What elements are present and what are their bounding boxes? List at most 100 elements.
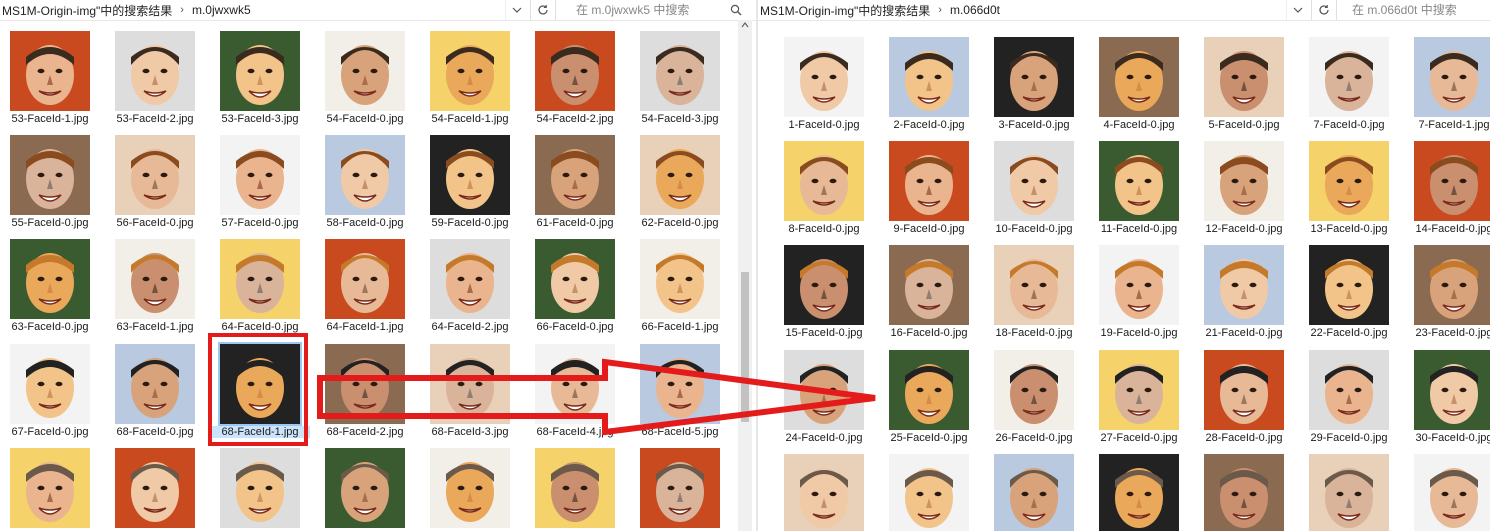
image-thumbnail[interactable] — [1099, 37, 1179, 117]
chevron-down-icon[interactable] — [505, 0, 528, 20]
file-item[interactable]: 55-FaceId-0.jpg — [0, 135, 100, 235]
file-item[interactable] — [984, 454, 1084, 531]
image-thumbnail[interactable] — [325, 135, 405, 215]
file-item[interactable]: 56-FaceId-0.jpg — [105, 135, 205, 235]
file-item[interactable]: 64-FaceId-0.jpg — [210, 239, 310, 339]
image-thumbnail[interactable] — [1414, 454, 1490, 531]
image-thumbnail[interactable] — [640, 344, 720, 424]
image-thumbnail[interactable] — [535, 448, 615, 528]
file-item[interactable]: 7-FaceId-1.jpg — [1404, 37, 1490, 137]
image-thumbnail[interactable] — [535, 31, 615, 111]
file-item[interactable]: 8-FaceId-0.jpg — [774, 141, 874, 241]
file-item[interactable]: 67-FaceId-0.jpg — [0, 344, 100, 444]
right-breadcrumb-folder[interactable]: m.066d0t — [950, 3, 1000, 17]
image-thumbnail[interactable] — [994, 350, 1074, 430]
image-thumbnail[interactable] — [889, 141, 969, 221]
file-item[interactable]: 54-FaceId-3.jpg — [630, 31, 730, 131]
right-breadcrumb-search-results[interactable]: MS1M-Origin-img"中的搜索结果 — [760, 2, 930, 19]
image-thumbnail[interactable] — [889, 37, 969, 117]
left-search-box[interactable] — [568, 0, 748, 20]
image-thumbnail[interactable] — [640, 239, 720, 319]
image-thumbnail[interactable] — [218, 342, 302, 426]
image-thumbnail[interactable] — [1099, 141, 1179, 221]
image-thumbnail[interactable] — [889, 245, 969, 325]
image-thumbnail[interactable] — [1414, 350, 1490, 430]
image-thumbnail[interactable] — [1204, 350, 1284, 430]
image-thumbnail[interactable] — [430, 31, 510, 111]
image-thumbnail[interactable] — [1204, 37, 1284, 117]
refresh-button[interactable] — [530, 0, 556, 20]
image-thumbnail[interactable] — [640, 135, 720, 215]
file-item[interactable]: 68-FaceId-4.jpg — [525, 344, 625, 444]
image-thumbnail[interactable] — [1309, 245, 1389, 325]
image-thumbnail[interactable] — [430, 135, 510, 215]
file-item[interactable]: 54-FaceId-0.jpg — [315, 31, 415, 131]
image-thumbnail[interactable] — [784, 454, 864, 531]
file-item[interactable]: 18-FaceId-0.jpg — [984, 245, 1084, 345]
image-thumbnail[interactable] — [994, 37, 1074, 117]
file-item[interactable] — [879, 454, 979, 531]
image-thumbnail[interactable] — [115, 31, 195, 111]
file-item[interactable]: 54-FaceId-1.jpg — [420, 31, 520, 131]
image-thumbnail[interactable] — [640, 448, 720, 528]
file-item[interactable]: 61-FaceId-0.jpg — [525, 135, 625, 235]
image-thumbnail[interactable] — [10, 448, 90, 528]
image-thumbnail[interactable] — [1204, 141, 1284, 221]
file-item[interactable]: 68-FaceId-5.jpg — [630, 344, 730, 444]
file-item[interactable]: 3-FaceId-0.jpg — [984, 37, 1084, 137]
image-thumbnail[interactable] — [1204, 454, 1284, 531]
image-thumbnail[interactable] — [994, 245, 1074, 325]
file-item[interactable]: 4-FaceId-0.jpg — [1089, 37, 1189, 137]
image-thumbnail[interactable] — [430, 239, 510, 319]
file-item[interactable]: 13-FaceId-0.jpg — [1299, 141, 1399, 241]
image-thumbnail[interactable] — [1414, 245, 1490, 325]
file-item[interactable]: 9-FaceId-0.jpg — [879, 141, 979, 241]
image-thumbnail[interactable] — [535, 135, 615, 215]
file-item[interactable]: 64-FaceId-1.jpg — [315, 239, 415, 339]
chevron-down-icon[interactable] — [1286, 0, 1309, 20]
image-thumbnail[interactable] — [220, 31, 300, 111]
refresh-button[interactable] — [1311, 0, 1337, 20]
image-thumbnail[interactable] — [994, 141, 1074, 221]
image-thumbnail[interactable] — [115, 239, 195, 319]
left-scrollbar-thumb[interactable] — [741, 272, 749, 422]
image-thumbnail[interactable] — [1309, 454, 1389, 531]
file-item[interactable]: 5-FaceId-0.jpg — [1194, 37, 1294, 137]
file-item[interactable]: 54-FaceId-2.jpg — [525, 31, 625, 131]
image-thumbnail[interactable] — [784, 245, 864, 325]
right-search-box[interactable] — [1344, 0, 1490, 20]
image-thumbnail[interactable] — [784, 37, 864, 117]
image-thumbnail[interactable] — [1204, 245, 1284, 325]
left-breadcrumb-folder[interactable]: m.0jwxwk5 — [192, 3, 251, 17]
image-thumbnail[interactable] — [325, 239, 405, 319]
file-item[interactable]: 53-FaceId-2.jpg — [105, 31, 205, 131]
file-item[interactable] — [315, 448, 415, 531]
file-item[interactable]: 62-FaceId-0.jpg — [630, 135, 730, 235]
image-thumbnail[interactable] — [640, 31, 720, 111]
file-item[interactable]: 27-FaceId-0.jpg — [1089, 350, 1189, 450]
file-item[interactable]: 29-FaceId-0.jpg — [1299, 350, 1399, 450]
image-thumbnail[interactable] — [1099, 454, 1179, 531]
file-item[interactable]: 22-FaceId-0.jpg — [1299, 245, 1399, 345]
image-thumbnail[interactable] — [994, 454, 1074, 531]
file-item[interactable]: 68-FaceId-1.jpg — [210, 342, 310, 444]
file-item[interactable]: 19-FaceId-0.jpg — [1089, 245, 1189, 345]
file-item[interactable]: 26-FaceId-0.jpg — [984, 350, 1084, 450]
file-item[interactable]: 53-FaceId-3.jpg — [210, 31, 310, 131]
left-search-input[interactable] — [568, 3, 726, 17]
image-thumbnail[interactable] — [10, 344, 90, 424]
file-item[interactable]: 16-FaceId-0.jpg — [879, 245, 979, 345]
image-thumbnail[interactable] — [325, 31, 405, 111]
file-item[interactable]: 7-FaceId-0.jpg — [1299, 37, 1399, 137]
image-thumbnail[interactable] — [10, 135, 90, 215]
image-thumbnail[interactable] — [1099, 245, 1179, 325]
image-thumbnail[interactable] — [325, 448, 405, 528]
file-item[interactable]: 30-FaceId-0.jpg — [1404, 350, 1490, 450]
file-item[interactable]: 68-FaceId-0.jpg — [105, 344, 205, 444]
file-item[interactable] — [1089, 454, 1189, 531]
image-thumbnail[interactable] — [1099, 350, 1179, 430]
file-item[interactable]: 15-FaceId-0.jpg — [774, 245, 874, 345]
image-thumbnail[interactable] — [430, 344, 510, 424]
file-item[interactable] — [1299, 454, 1399, 531]
file-item[interactable]: 28-FaceId-0.jpg — [1194, 350, 1294, 450]
